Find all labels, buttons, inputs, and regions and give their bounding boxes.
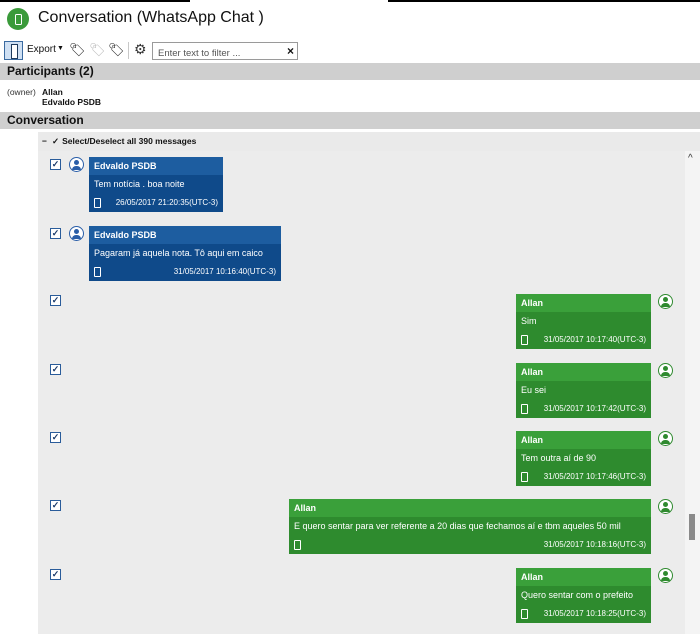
message-bubble[interactable]: Allan Eu sei 31/05/2017 10:17:42(UTC-3) [516, 363, 651, 418]
export-button[interactable]: Export [27, 44, 56, 55]
message-text: E quero sentar para ver referente a 20 d… [294, 521, 621, 531]
message-checkbox[interactable]: ✓ [50, 500, 61, 511]
message-bubble[interactable]: Allan Tem outra aí de 90 31/05/2017 10:1… [516, 431, 651, 486]
tag-add-icon[interactable]: 🏷 [69, 43, 86, 57]
checkmark-icon[interactable]: ✓ [52, 136, 59, 146]
phone-icon [521, 403, 528, 414]
participant-name: Edvaldo PSDB [42, 97, 102, 107]
message-text: Eu sei [521, 385, 547, 395]
phone-icon [521, 334, 528, 345]
message-checkbox[interactable]: ✓ [50, 364, 61, 375]
export-dropdown-icon[interactable]: ▼ [57, 45, 64, 52]
participant-name: Allan [42, 87, 63, 97]
phone-icon [94, 266, 101, 277]
message-text: Quero sentar com o prefeito [521, 590, 634, 600]
window-title: Conversation (WhatsApp Chat ) [38, 9, 264, 26]
message-checkbox[interactable]: ✓ [50, 432, 61, 443]
message-bubble[interactable]: Allan E quero sentar para ver referente … [289, 499, 651, 554]
contact-avatar-icon [69, 226, 84, 241]
select-all-bar[interactable]: − ✓ Select/Deselect all 390 messages [38, 132, 700, 151]
message-bubble[interactable]: Edvaldo PSDB Pagaram já aquela nota. Tô … [89, 226, 281, 281]
message-text: Tem notícia . boa noite [94, 179, 185, 189]
phone-icon [294, 539, 301, 550]
phone-icon [521, 471, 528, 482]
scroll-thumb[interactable] [689, 514, 695, 540]
message-timestamp: 31/05/2017 10:16:40(UTC-3) [173, 267, 276, 276]
message-sender: Allan [516, 568, 651, 586]
message-timestamp: 31/05/2017 10:17:40(UTC-3) [543, 335, 646, 344]
owner-avatar-icon [658, 499, 673, 514]
message-sender: Allan [516, 431, 651, 449]
message-bubble[interactable]: Edvaldo PSDB Tem notícia . boa noite 26/… [89, 157, 223, 212]
message-timestamp: 31/05/2017 10:17:42(UTC-3) [543, 404, 646, 413]
message-sender: Edvaldo PSDB [89, 226, 281, 244]
message-checkbox[interactable]: ✓ [50, 159, 61, 170]
message-timestamp: 31/05/2017 10:18:16(UTC-3) [543, 540, 646, 549]
owner-avatar-icon [658, 363, 673, 378]
toolbar-divider [128, 42, 129, 59]
owner-avatar-icon [658, 294, 673, 309]
toolbar: Export ▼ 🏷 🏷 🏷 ⚙ × [0, 39, 700, 62]
filter-input[interactable] [153, 45, 281, 62]
participants-header[interactable]: Participants (2) [0, 63, 700, 80]
message-sender: Allan [516, 363, 651, 381]
owner-avatar-icon [658, 568, 673, 583]
message-timestamp: 31/05/2017 10:18:25(UTC-3) [543, 609, 646, 618]
message-text: Tem outra aí de 90 [521, 453, 597, 463]
whatsapp-icon [7, 8, 29, 30]
message-checkbox[interactable]: ✓ [50, 569, 61, 580]
phone-icon [521, 608, 528, 619]
phone-icon [94, 197, 101, 208]
message-sender: Allan [516, 294, 651, 312]
message-sender: Edvaldo PSDB [89, 157, 223, 175]
scrollbar[interactable]: ^ [685, 151, 700, 634]
message-bubble[interactable]: Allan Quero sentar com o prefeito 31/05/… [516, 568, 651, 623]
gear-icon[interactable]: ⚙ [134, 41, 147, 58]
message-timestamp: 31/05/2017 10:17:46(UTC-3) [543, 472, 646, 481]
select-all-label[interactable]: Select/Deselect all 390 messages [62, 136, 196, 146]
message-text: Sim [521, 316, 537, 326]
scroll-up-icon[interactable]: ^ [688, 153, 693, 164]
message-checkbox[interactable]: ✓ [50, 295, 61, 306]
collapse-icon[interactable]: − [42, 136, 47, 146]
participants-list: (owner) Allan Edvaldo PSDB [0, 87, 700, 111]
message-checkbox[interactable]: ✓ [50, 228, 61, 239]
conversation-header[interactable]: Conversation [0, 112, 700, 129]
tag-manage-icon[interactable]: 🏷 [108, 43, 125, 57]
contact-avatar-icon [69, 157, 84, 172]
message-text: Pagaram já aquela nota. Tô aqui em caico [94, 248, 263, 258]
filter-box: × [152, 42, 298, 62]
clear-filter-icon[interactable]: × [287, 44, 294, 58]
message-timestamp: 26/05/2017 21:20:35(UTC-3) [115, 198, 218, 207]
owner-avatar-icon [658, 431, 673, 446]
owner-tag: (owner) [7, 87, 36, 97]
tag-remove-icon: 🏷 [89, 42, 106, 57]
message-bubble[interactable]: Allan Sim 31/05/2017 10:17:40(UTC-3) [516, 294, 651, 349]
layout-toggle-icon[interactable] [4, 41, 23, 60]
message-sender: Allan [289, 499, 651, 517]
title-bar: Conversation (WhatsApp Chat ) [0, 0, 700, 38]
